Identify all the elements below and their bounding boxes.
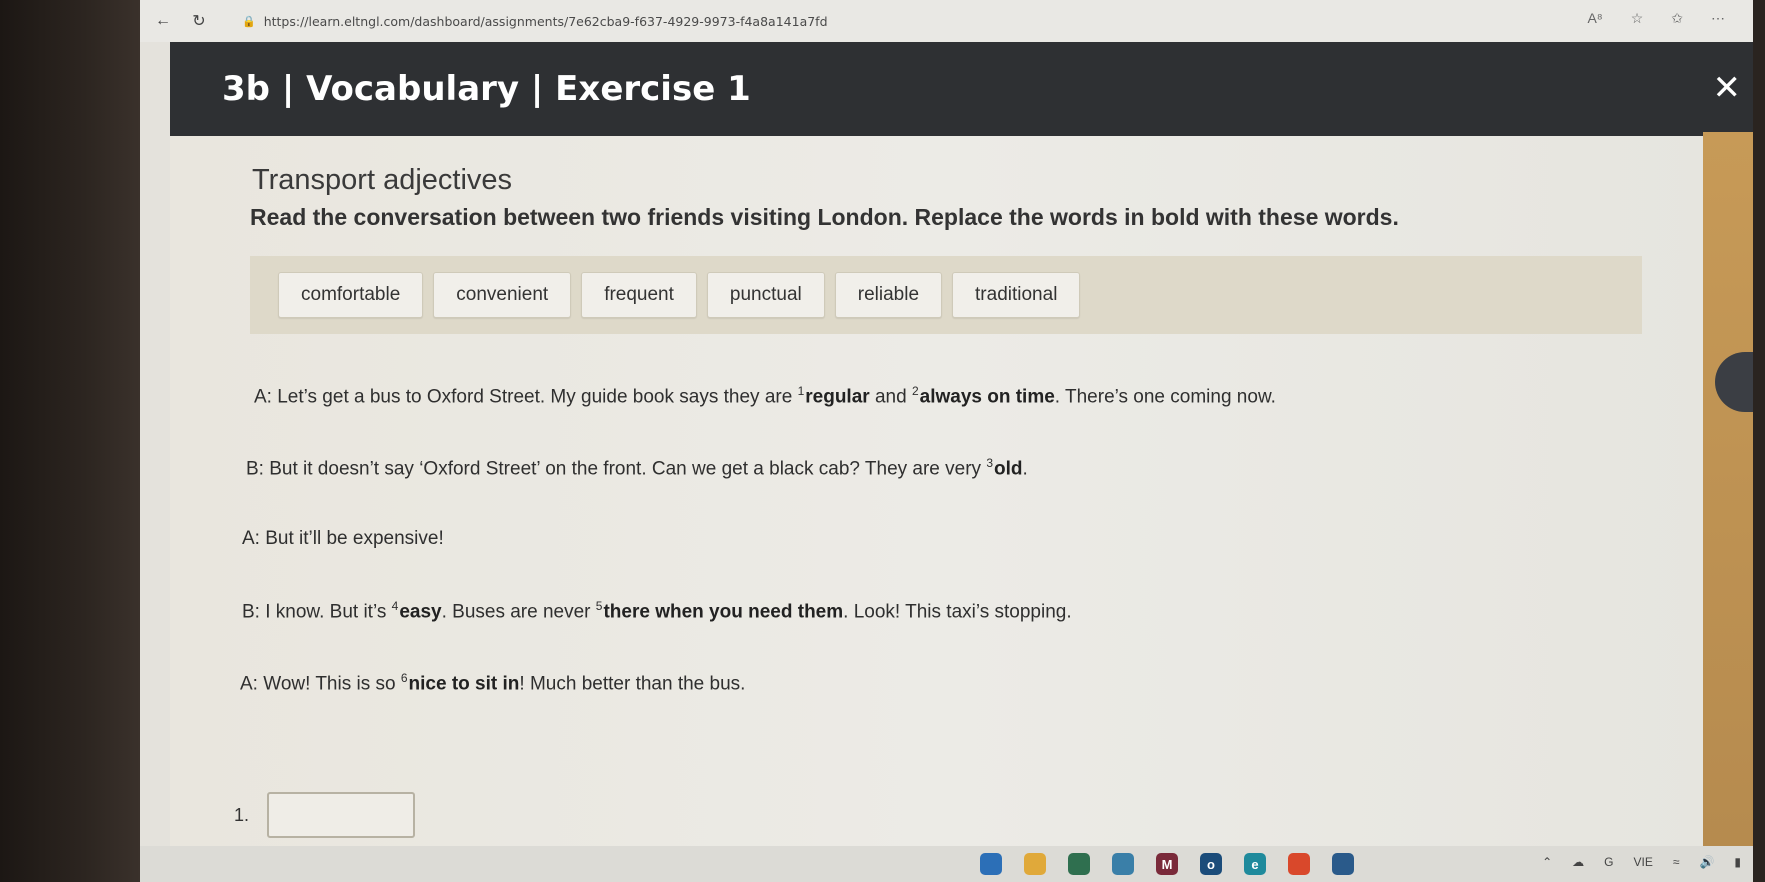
screen: ← ↻ 🔒 https://learn.eltngl.com/dashboard…: [140, 0, 1765, 882]
system-tray: ⌃ ☁ G VIE ≈ 🔊 ▮: [1542, 855, 1741, 869]
app-icon[interactable]: [1112, 853, 1134, 875]
google-icon[interactable]: G: [1604, 855, 1613, 869]
read-aloud-icon[interactable]: A⁸: [1587, 10, 1602, 27]
bold-phrase: regular: [805, 386, 870, 408]
word-chip[interactable]: comfortable: [278, 272, 424, 318]
app-icon[interactable]: [1068, 853, 1090, 875]
answer-input[interactable]: [267, 792, 416, 838]
speaker-label: A:: [240, 673, 264, 695]
item-number: 1: [797, 384, 805, 398]
close-button[interactable]: ✕: [1713, 68, 1742, 108]
wifi-icon[interactable]: ≈: [1673, 855, 1680, 869]
url-text: https://learn.eltngl.com/dashboard/assig…: [263, 13, 828, 29]
answer-number: 1.: [234, 804, 250, 825]
word-chip[interactable]: traditional: [952, 272, 1081, 318]
edge-icon[interactable]: e: [1244, 853, 1266, 875]
taskbar-apps: M o e: [980, 853, 1376, 875]
item-number: 4: [391, 599, 399, 613]
dialogue-text: . Look! This taxi’s stopping.: [843, 601, 1072, 623]
exercise-header: 3b | Vocabulary | Exercise 1 ✕: [170, 42, 1765, 136]
speaker-label: A:: [254, 386, 278, 408]
item-number: 6: [400, 671, 408, 685]
answer-row: 1.: [234, 792, 416, 838]
page-title: 3b | Vocabulary | Exercise 1: [222, 69, 751, 109]
dialogue-text: Let’s get a bus to Oxford Street. My gui…: [277, 386, 798, 408]
bold-phrase: nice to sit in: [408, 673, 520, 695]
app-icon[interactable]: o: [1200, 853, 1222, 875]
browser-actions: A⁸ ☆ ✩ ⋯: [1587, 10, 1725, 27]
favorite-star-icon[interactable]: ☆: [1631, 10, 1644, 27]
dialogue-text: . There’s one coming now.: [1054, 386, 1276, 408]
conversation-line: B: I know. But it’s 4easy. Buses are nev…: [242, 599, 1072, 623]
dialogue-text: .: [1022, 458, 1028, 480]
language-indicator[interactable]: VIE: [1634, 855, 1653, 869]
mail-icon[interactable]: M: [1156, 853, 1178, 875]
item-number: 5: [595, 599, 603, 613]
monitor-bezel-right: [1753, 0, 1765, 882]
taskbar: M o e ⌃ ☁ G VIE ≈ 🔊 ▮: [140, 846, 1765, 882]
app-icon[interactable]: [1332, 853, 1354, 875]
bold-phrase: always on time: [919, 386, 1055, 408]
monitor-bezel-left: [0, 0, 140, 882]
dialogue-text: But it’ll be expensive!: [265, 528, 444, 549]
conversation-line: B: But it doesn’t say ‘Oxford Street’ on…: [246, 456, 1028, 480]
cloud-icon[interactable]: ☁: [1572, 855, 1584, 869]
word-chip[interactable]: frequent: [581, 272, 697, 318]
exercise-subtitle: Transport adjectives: [252, 164, 513, 196]
dialogue-text: and: [869, 386, 912, 408]
word-chip[interactable]: reliable: [834, 272, 943, 318]
dialogue-text: ! Much better than the bus.: [519, 673, 746, 695]
dialogue-text: . Buses are never: [441, 601, 596, 623]
speaker-label: B:: [246, 458, 270, 480]
browser-toolbar: ← ↻ 🔒 https://learn.eltngl.com/dashboard…: [140, 0, 1765, 42]
battery-icon[interactable]: ▮: [1734, 855, 1741, 869]
exercise-content: Transport adjectives Read the conversati…: [170, 136, 1715, 882]
chevron-up-icon[interactable]: ⌃: [1542, 855, 1552, 869]
bold-phrase: there when you need them: [603, 601, 844, 623]
app-icon[interactable]: [1288, 853, 1310, 875]
dialogue-text: But it doesn’t say ‘Oxford Street’ on th…: [269, 458, 987, 480]
refresh-icon[interactable]: ↻: [186, 8, 212, 34]
more-icon[interactable]: ⋯: [1711, 10, 1725, 27]
volume-icon[interactable]: 🔊: [1699, 855, 1714, 869]
word-chip[interactable]: punctual: [706, 272, 825, 318]
word-chip[interactable]: convenient: [433, 272, 572, 318]
arrow-left-icon[interactable]: ←: [150, 8, 176, 34]
address-bar[interactable]: 🔒 https://learn.eltngl.com/dashboard/ass…: [242, 14, 828, 29]
favorites-icon[interactable]: ✩: [1671, 10, 1683, 27]
word-bank: comfortable convenient frequent punctual…: [250, 256, 1642, 334]
exercise-instruction: Read the conversation between two friend…: [250, 204, 1399, 230]
folder-icon[interactable]: [1024, 853, 1046, 875]
dialogue-text: Wow! This is so: [263, 673, 401, 695]
speaker-label: A:: [242, 528, 266, 549]
bold-phrase: old: [994, 458, 1023, 480]
item-number: 2: [911, 384, 919, 398]
item-number: 3: [986, 456, 994, 470]
speaker-label: B:: [242, 601, 266, 623]
conversation-line: A: Let’s get a bus to Oxford Street. My …: [254, 384, 1276, 408]
conversation-line: A: But it’ll be expensive!: [242, 528, 444, 550]
lock-icon: 🔒: [242, 14, 256, 28]
bold-phrase: easy: [399, 601, 442, 623]
conversation-line: A: Wow! This is so 6nice to sit in! Much…: [240, 671, 745, 695]
app-icon[interactable]: [980, 853, 1002, 875]
dialogue-text: I know. But it’s: [265, 601, 392, 623]
